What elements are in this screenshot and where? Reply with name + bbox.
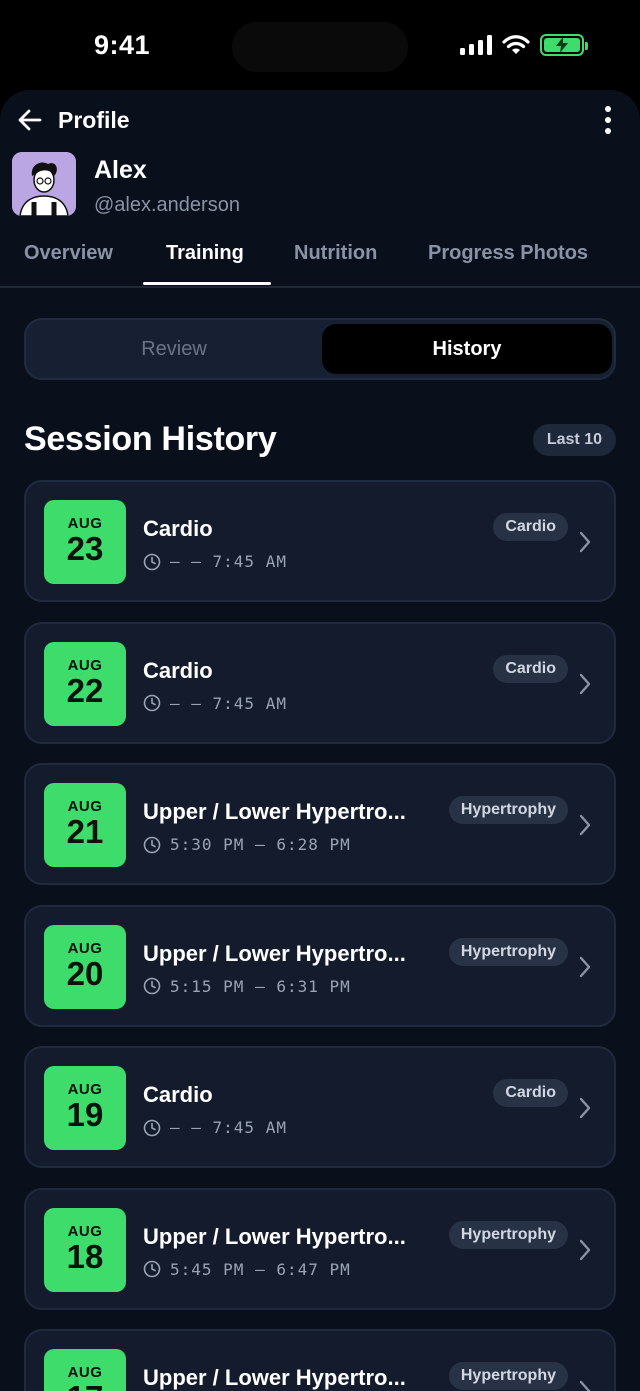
- segment-review[interactable]: Review: [26, 320, 322, 378]
- chevron-right-icon: [579, 814, 591, 836]
- clock-icon: [143, 1119, 161, 1136]
- date-day: 22: [66, 671, 104, 709]
- status-icons: [460, 34, 588, 56]
- session-time: 5:30 PM – 6:28 PM: [143, 835, 351, 854]
- session-title: Cardio: [143, 516, 213, 541]
- more-vertical-icon[interactable]: [604, 106, 612, 134]
- date-day: 18: [66, 1237, 104, 1275]
- segment-history[interactable]: History: [322, 324, 612, 374]
- review-history-toggle: Review History: [24, 318, 616, 380]
- last-count-badge: Last 10: [532, 424, 616, 456]
- chevron-right-icon: [579, 956, 591, 977]
- session-card[interactable]: AUG 18 Upper / Lower Hypertro... 5:45 PM – …: [24, 1187, 616, 1310]
- session-time: 5:15 PM – 6:31 PM: [143, 977, 351, 996]
- session-time-text: 5:30 PM – 6:28 PM: [170, 835, 351, 854]
- battery-icon: [540, 34, 588, 56]
- tab-nutrition[interactable]: Nutrition: [294, 242, 377, 265]
- session-time: 5:45 PM – 6:47 PM: [143, 1260, 351, 1279]
- session-card[interactable]: AUG 23 Cardio — – 7:45 AM Cardio: [24, 480, 616, 602]
- dynamic-island: [232, 22, 408, 72]
- session-type-tag: Cardio: [493, 654, 568, 683]
- session-card[interactable]: AUG17 Upper / Lower Hypertro... Hypertroph…: [24, 1329, 616, 1391]
- session-time-text: — – 7:45 AM: [170, 693, 287, 713]
- date-month: AUG: [67, 656, 103, 674]
- profile-sheet: Profile Alex @alex.anderson Overview Tra…: [0, 90, 640, 1391]
- session-card[interactable]: AUG 21 Upper / Lower Hypertro... 5:30 PM – …: [24, 763, 616, 885]
- session-title: Upper / Lower Hypertro...: [143, 1365, 406, 1390]
- tab-bar: Overview Training Nutrition Progress Pho…: [0, 236, 640, 288]
- session-type-tag: Hypertrophy: [448, 1220, 568, 1249]
- session-type-tag: Cardio: [493, 1079, 568, 1107]
- session-time-text: — – 7:45 AM: [170, 1118, 287, 1137]
- session-type-tag: Hypertrophy: [448, 1362, 568, 1390]
- chevron-right-icon: [579, 1239, 591, 1260]
- date-month: AUG: [67, 939, 103, 957]
- session-title: Cardio: [143, 1082, 213, 1107]
- back-arrow-icon[interactable]: [16, 106, 44, 134]
- session-time: — – 7:45 AM: [143, 552, 287, 571]
- date-day: 20: [66, 954, 104, 992]
- session-card[interactable]: AUG 22 Cardio — – 7:45 AM Cardio: [24, 621, 616, 744]
- clock-icon: [143, 694, 161, 712]
- date-badge: AUG 21: [44, 783, 126, 867]
- section-title: Session History: [24, 420, 277, 458]
- session-title: Cardio: [143, 657, 213, 683]
- session-card[interactable]: AUG 19 Cardio — – 7:45 AM Cardio: [24, 1046, 616, 1168]
- chevron-right-icon: [579, 673, 591, 694]
- date-day: 17: [44, 1381, 126, 1391]
- session-time: — – 7:45 AM: [143, 1118, 287, 1137]
- date-badge: AUG 23: [44, 500, 126, 584]
- avatar: [12, 152, 76, 216]
- page-title: Profile: [58, 107, 130, 133]
- session-title: Upper / Lower Hypertro...: [143, 1223, 406, 1249]
- signal-icon: [460, 35, 492, 55]
- date-badge: AUG 18: [44, 1207, 126, 1292]
- date-day: 19: [66, 1096, 104, 1133]
- clock-icon: [143, 836, 161, 853]
- user-handle: @alex.anderson: [94, 194, 240, 216]
- tab-progress-photos[interactable]: Progress Photos: [428, 242, 588, 265]
- date-badge: AUG 19: [44, 1066, 126, 1150]
- wifi-icon: [502, 35, 530, 54]
- tab-overview[interactable]: Overview: [24, 242, 113, 265]
- chevron-right-icon: [579, 531, 591, 553]
- chevron-right-icon: [579, 1097, 591, 1119]
- date-badge: AUG 22: [44, 641, 126, 726]
- active-tab-indicator: [143, 282, 271, 285]
- header: Profile: [0, 90, 640, 150]
- chevron-right-icon: [579, 1380, 591, 1391]
- clock-icon: [143, 977, 161, 995]
- date-month: AUG: [67, 1222, 103, 1240]
- status-bar: 9:41: [0, 0, 640, 92]
- date-badge: AUG 20: [44, 924, 126, 1009]
- session-card[interactable]: AUG 20 Upper / Lower Hypertro... 5:15 PM – …: [24, 904, 616, 1027]
- session-time-text: 5:15 PM – 6:31 PM: [170, 976, 351, 996]
- session-time-text: 5:45 PM – 6:47 PM: [170, 1259, 351, 1279]
- session-title: Upper / Lower Hypertro...: [143, 940, 406, 966]
- session-title: Upper / Lower Hypertro...: [143, 799, 406, 824]
- user-name: Alex: [94, 156, 147, 184]
- tab-training[interactable]: Training: [166, 242, 244, 265]
- session-type-tag: Hypertrophy: [448, 796, 568, 824]
- status-time: 9:41: [94, 30, 151, 60]
- clock-icon: [143, 1260, 161, 1278]
- session-type-tag: Hypertrophy: [448, 937, 568, 966]
- session-type-tag: Cardio: [493, 513, 568, 541]
- clock-icon: [143, 553, 161, 570]
- date-day: 21: [66, 813, 104, 850]
- session-time-text: — – 7:45 AM: [170, 552, 287, 571]
- session-time: — – 7:45 AM: [143, 694, 287, 713]
- date-day: 23: [66, 530, 104, 567]
- date-badge: AUG17: [44, 1349, 126, 1391]
